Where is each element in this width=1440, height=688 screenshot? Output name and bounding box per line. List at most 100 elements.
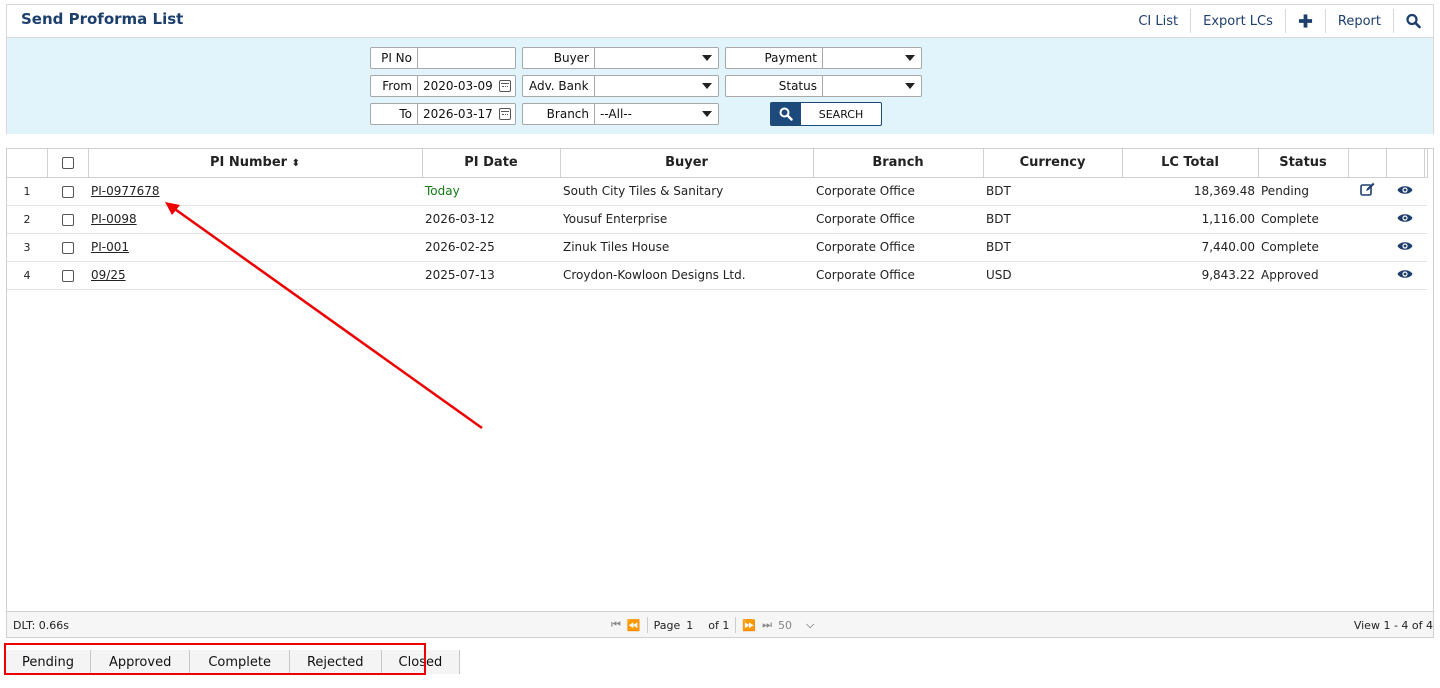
page-input[interactable]: 1 [686, 619, 702, 632]
eye-icon[interactable] [1397, 268, 1413, 280]
chevron-down-icon [702, 83, 712, 89]
branch-select-value: --All-- [600, 107, 632, 121]
row-number: 3 [7, 233, 47, 262]
page-header: Send Proforma List CI List Export LCs Re… [6, 4, 1434, 38]
eye-icon[interactable] [1397, 212, 1413, 224]
branch-cell: Corporate Office [813, 261, 983, 290]
branch-filter: Branch --All-- [522, 103, 719, 125]
row-checkbox[interactable] [61, 241, 74, 254]
tab-approved[interactable]: Approved [90, 650, 191, 674]
pi-date-cell: Today [422, 177, 560, 206]
adv-bank-select[interactable] [594, 75, 719, 97]
sort-icon[interactable]: ⬍ [292, 158, 300, 169]
export-lcs-button[interactable]: Export LCs [1190, 9, 1285, 33]
lc-total-cell: 1,116.00 [1122, 205, 1258, 234]
eye-icon[interactable] [1397, 184, 1413, 196]
status-header[interactable]: Status [1258, 149, 1349, 178]
prev-page-icon[interactable]: ⏪ [627, 619, 641, 632]
currency-header[interactable]: Currency [983, 149, 1123, 178]
tab-rejected[interactable]: Rejected [289, 650, 382, 674]
pi-no-label: PI No [370, 47, 417, 69]
proforma-table: PI Number ⬍ PI Date Buyer Branch Currenc… [7, 149, 1428, 290]
last-page-icon[interactable]: ⏭ [762, 618, 772, 632]
currency-cell: USD [983, 261, 1122, 290]
tab-pending[interactable]: Pending [6, 650, 91, 674]
buyer-select[interactable] [594, 47, 719, 69]
chevron-down-icon [905, 83, 915, 89]
payment-filter: Payment [725, 47, 922, 69]
tab-complete[interactable]: Complete [190, 650, 290, 674]
scroll-gutter [1424, 149, 1428, 178]
status-cell: Approved [1258, 261, 1348, 290]
from-label: From [370, 75, 417, 97]
pi-no-input[interactable] [417, 47, 516, 69]
calendar-icon[interactable] [499, 108, 511, 120]
search-panel: PI No From 2020-03-09 To 2026-03-17 Buye… [6, 38, 1434, 134]
grid-footer: DLT: 0.66s ⏮ ⏪ Page 1 of 1 ⏩ ⏭ 50 ⌵ View… [7, 611, 1433, 637]
pager: ⏮ ⏪ Page 1 of 1 ⏩ ⏭ 50 ⌵ [611, 617, 814, 633]
branch-cell: Corporate Office [813, 177, 983, 206]
row-checkbox[interactable] [61, 213, 74, 226]
pi-number-header[interactable]: PI Number ⬍ [88, 149, 423, 178]
currency-cell: BDT [983, 177, 1122, 206]
pi-date-header[interactable]: PI Date [422, 149, 561, 178]
chevron-down-icon[interactable]: ⌵ [806, 618, 814, 632]
magnifier-icon [1406, 13, 1421, 29]
payment-select[interactable] [822, 47, 922, 69]
pi-number-link[interactable]: PI-0977678 [91, 184, 160, 198]
select-all-checkbox[interactable] [61, 156, 74, 169]
lc-total-cell: 9,843.22 [1122, 261, 1258, 290]
lc-total-header[interactable]: LC Total [1122, 149, 1259, 178]
status-cell: Pending [1258, 177, 1348, 206]
table-row[interactable]: 3 PI-001 2026-02-25 Zinuk Tiles House Co… [7, 233, 1427, 262]
pi-number-link[interactable]: 09/25 [91, 268, 126, 282]
to-date-input[interactable]: 2026-03-17 [417, 103, 516, 125]
tab-closed[interactable]: Closed [381, 650, 461, 674]
next-page-icon[interactable]: ⏩ [742, 619, 756, 632]
proforma-grid: PI Number ⬍ PI Date Buyer Branch Currenc… [6, 148, 1434, 638]
view-records-info: View 1 - 4 of 4 [1353, 619, 1433, 632]
buyer-header[interactable]: Buyer [560, 149, 814, 178]
pi-number-link[interactable]: PI-0098 [91, 212, 137, 226]
status-filter: Status [725, 75, 922, 97]
chevron-down-icon [702, 111, 712, 117]
pi-date-cell: 2026-02-25 [422, 233, 560, 262]
eye-icon[interactable] [1397, 240, 1413, 252]
calendar-icon[interactable] [499, 80, 511, 92]
report-button[interactable]: Report [1324, 9, 1393, 33]
status-cell: Complete [1258, 205, 1348, 234]
buyer-cell: Yousuf Enterprise [560, 205, 813, 234]
branch-cell: Corporate Office [813, 205, 983, 234]
pi-no-filter: PI No [370, 47, 516, 69]
chevron-down-icon [702, 55, 712, 61]
payment-label: Payment [725, 47, 822, 69]
select-all-header [47, 149, 89, 178]
table-header: PI Number ⬍ PI Date Buyer Branch Currenc… [7, 149, 1428, 178]
adv-bank-label: Adv. Bank [522, 75, 594, 97]
status-select[interactable] [822, 75, 922, 97]
ci-list-button[interactable]: CI List [1126, 9, 1190, 33]
from-date-input[interactable]: 2020-03-09 [417, 75, 516, 97]
search-toggle-button[interactable] [1393, 9, 1433, 33]
toolbar: CI List Export LCs Report [1126, 5, 1433, 37]
view-header [1386, 149, 1425, 178]
edit-icon[interactable] [1359, 182, 1375, 197]
row-number: 4 [7, 261, 47, 290]
branch-select[interactable]: --All-- [594, 103, 719, 125]
table-row[interactable]: 2 PI-0098 2026-03-12 Yousuf Enterprise C… [7, 205, 1427, 234]
table-row[interactable]: 1 PI-0977678 Today South City Tiles & Sa… [7, 177, 1427, 206]
page-label: Page [653, 618, 681, 632]
branch-label: Branch [522, 103, 594, 125]
row-checkbox[interactable] [61, 269, 74, 282]
first-page-icon[interactable]: ⏮ [611, 618, 621, 632]
table-row[interactable]: 4 09/25 2025-07-13 Croydon-Kowloon Desig… [7, 261, 1427, 290]
pi-number-link[interactable]: PI-001 [91, 240, 129, 254]
currency-cell: BDT [983, 233, 1122, 262]
row-checkbox[interactable] [61, 185, 74, 198]
search-button[interactable]: SEARCH [770, 102, 882, 126]
buyer-cell: Zinuk Tiles House [560, 233, 813, 262]
page-size-select[interactable]: 50 [778, 619, 792, 632]
status-tabs: Pending Approved Complete Rejected Close… [6, 650, 461, 674]
branch-header[interactable]: Branch [813, 149, 984, 178]
add-button[interactable] [1284, 9, 1325, 33]
